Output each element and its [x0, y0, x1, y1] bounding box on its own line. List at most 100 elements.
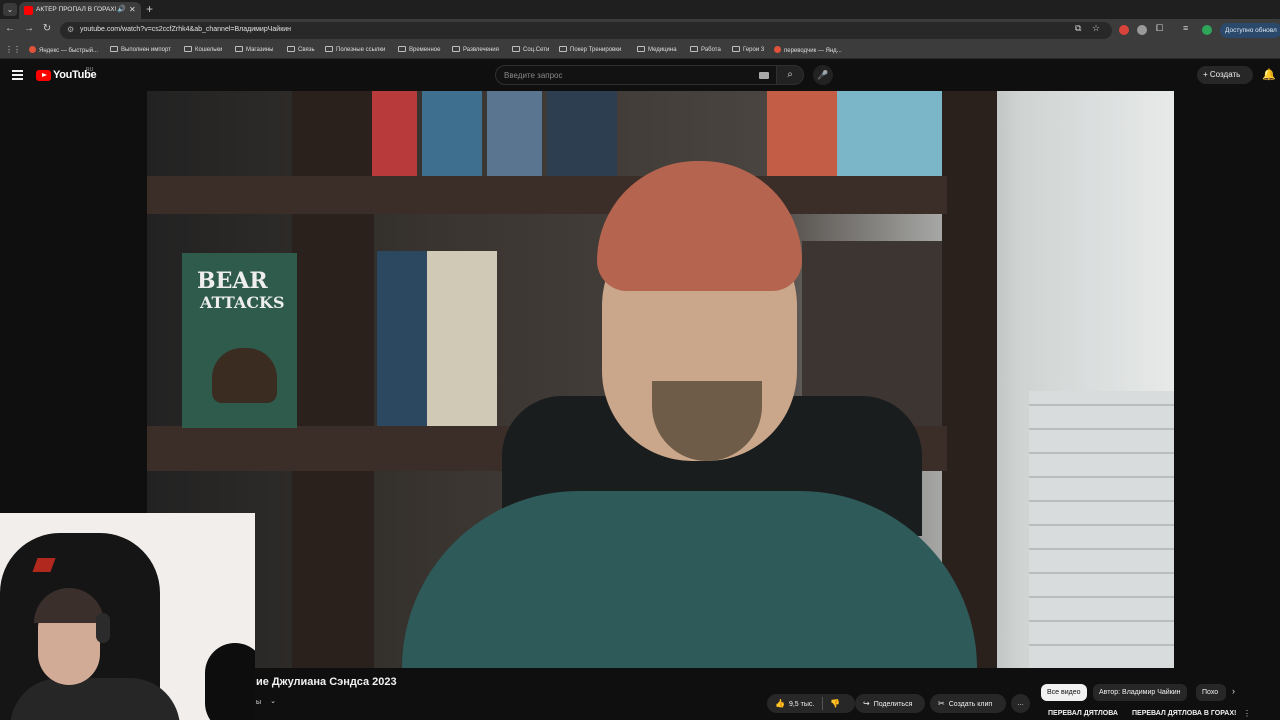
video-title: ие Джулиана Сэндса 2023 — [256, 676, 397, 688]
extension-grey-icon[interactable] — [1137, 25, 1147, 35]
reload-icon[interactable]: ↻ — [40, 23, 54, 34]
bookmark-folder-useful[interactable]: Полезные ссылки — [325, 46, 385, 53]
bookmark-translator[interactable]: переводчик — Янд... — [774, 46, 842, 54]
bookmark-folder-shops[interactable]: Магазины — [235, 46, 273, 53]
search-icon[interactable]: ⌕ — [776, 65, 804, 85]
more-actions-button[interactable]: … — [1011, 694, 1030, 713]
book — [427, 251, 497, 426]
chevron-right-icon[interactable]: › — [1232, 686, 1235, 696]
bookmark-folder-fun[interactable]: Развлечения — [452, 46, 499, 53]
profile-avatar-icon[interactable] — [1202, 25, 1212, 35]
presenter-jacket — [402, 491, 977, 668]
folder-icon — [235, 46, 243, 52]
book-title-line: ATTACKS — [200, 293, 285, 312]
like-dislike-group: 👍 9,5 тыс. 👎 — [767, 694, 855, 713]
sidebar-icon[interactable]: ≡ — [1183, 23, 1188, 33]
like-divider — [822, 697, 823, 710]
bookmarks-bar: ⋮⋮ Яндекс — быстрый... Выполнен импорт К… — [0, 42, 1280, 59]
youtube-header: YouTube RU Введите запрос ⌕ 🎤 + Создать … — [0, 59, 1280, 91]
bear-attacks-book: BEAR ATTACKS — [182, 253, 297, 428]
streamer-body — [10, 678, 180, 720]
chevron-down-icon[interactable]: ⌄ — [263, 697, 283, 711]
book — [487, 91, 542, 176]
dark-object — [205, 643, 255, 720]
folder-icon — [287, 46, 295, 52]
headset — [96, 613, 110, 643]
back-arrow-icon[interactable]: ← — [3, 23, 17, 34]
streamer-webcam — [0, 513, 255, 720]
folder-icon — [184, 46, 192, 52]
book — [767, 91, 837, 176]
search-placeholder: Введите запрос — [504, 71, 563, 80]
browser-toolbar: ← → ↻ ⚙ youtube.com/watch?v=cs2ccfZrhk4&… — [0, 19, 1280, 42]
video-player[interactable]: BEAR ATTACKS — [147, 91, 1174, 668]
chip-all-videos[interactable]: Все видео — [1041, 684, 1087, 701]
book — [377, 251, 427, 426]
yandex-translate-icon — [774, 46, 781, 53]
bookmark-folder-poker[interactable]: Покер Тренировки — [559, 46, 621, 53]
share-arrow-icon: ↪ — [863, 699, 870, 708]
book — [837, 91, 942, 176]
bookmark-yandex[interactable]: Яндекс — быстрый... — [29, 46, 98, 54]
region-label: RU — [86, 67, 94, 73]
bear-illustration — [212, 348, 277, 403]
bookmark-folder-social[interactable]: Соц.Сети — [512, 46, 549, 53]
folder-icon — [398, 46, 406, 52]
recommendation-thumbnail-text[interactable]: ПЕРЕВАЛ ДЯТЛОВА — [1048, 710, 1118, 717]
youtube-favicon-icon — [24, 6, 33, 15]
speaker-icon[interactable]: 🔊 — [117, 5, 126, 13]
site-info-icon[interactable]: ⚙ — [67, 25, 74, 34]
folder-icon — [512, 46, 520, 52]
extension-red-icon[interactable] — [1119, 25, 1129, 35]
update-button[interactable]: Доступно обновл — [1220, 23, 1280, 38]
bookmark-folder-wallets[interactable]: Кошельки — [184, 46, 222, 53]
bookmark-folder-import[interactable]: Выполнен импорт — [110, 46, 171, 53]
bookmark-star-icon[interactable]: ☆ — [1092, 23, 1100, 34]
chip-author[interactable]: Автор: Владимир Чайкин — [1093, 684, 1187, 701]
book — [547, 91, 617, 176]
menu-hamburger-icon[interactable] — [12, 70, 23, 82]
folder-icon — [452, 46, 460, 52]
tab-title: АКТЁР ПРОПАЛ В ГОРАХ! — [36, 6, 116, 13]
new-tab-plus-icon[interactable]: + — [146, 2, 153, 16]
install-app-icon[interactable]: ⧉ — [1075, 23, 1081, 34]
scissors-icon: ✂ — [938, 699, 945, 708]
folder-icon — [637, 46, 645, 52]
bookmark-folder-heroes[interactable]: Герои 3 — [732, 46, 764, 53]
like-count[interactable]: 9,5 тыс. — [789, 701, 814, 708]
folder-icon — [690, 46, 698, 52]
browser-tab-strip: ⌄ АКТЁР ПРОПАЛ В ГОРАХ! 🔊 ✕ + — [0, 0, 1280, 19]
book-title-line: BEAR — [197, 268, 268, 294]
channel-name-fragment[interactable]: ы — [256, 699, 261, 706]
thumbs-down-icon[interactable]: 👎 — [830, 694, 840, 713]
search-input[interactable]: Введите запрос — [495, 65, 777, 85]
apps-grid-icon[interactable]: ⋮⋮ — [5, 45, 21, 54]
create-clip-button[interactable]: ✂ Создать клип — [930, 694, 1006, 713]
bookmark-folder-work[interactable]: Работа — [690, 46, 721, 53]
plus-icon: + — [1203, 70, 1210, 79]
folder-icon — [110, 46, 118, 52]
forward-arrow-icon[interactable]: → — [22, 23, 36, 34]
bookmark-folder-temp[interactable]: Временное — [398, 46, 440, 53]
share-button[interactable]: ↪ Поделиться — [855, 694, 925, 713]
extensions-puzzle-icon[interactable]: ⧠ — [1156, 23, 1163, 34]
browser-tab[interactable]: АКТЁР ПРОПАЛ В ГОРАХ! 🔊 ✕ — [19, 2, 141, 19]
create-button[interactable]: + Создать — [1197, 66, 1253, 84]
bookmark-folder-contact[interactable]: Связь — [287, 46, 315, 53]
tab-search-chevron-icon[interactable]: ⌄ — [3, 3, 17, 16]
address-bar[interactable]: ⚙ youtube.com/watch?v=cs2ccfZrhk4&ab_cha… — [60, 22, 1112, 39]
more-vert-icon[interactable]: ⋮ — [1243, 709, 1251, 718]
notifications-bell-icon[interactable]: 🔔 — [1262, 68, 1276, 81]
youtube-logo-icon[interactable] — [36, 70, 51, 81]
folder-icon — [559, 46, 567, 52]
book — [372, 91, 417, 176]
more-dots-icon: … — [1017, 700, 1024, 707]
microphone-icon[interactable]: 🎤 — [813, 65, 833, 85]
recommendation-title[interactable]: ПЕРЕВАЛ ДЯТЛОВА В ГОРАХ! — [1132, 710, 1236, 717]
chip-similar[interactable]: Похо — [1196, 684, 1226, 701]
bookmark-folder-medicine[interactable]: Медицина — [637, 46, 677, 53]
keyboard-icon[interactable] — [759, 72, 769, 79]
thumbs-up-icon[interactable]: 👍 — [775, 694, 785, 713]
url-text: youtube.com/watch?v=cs2ccfZrhk4&ab_chann… — [80, 26, 292, 33]
close-icon[interactable]: ✕ — [129, 5, 136, 14]
